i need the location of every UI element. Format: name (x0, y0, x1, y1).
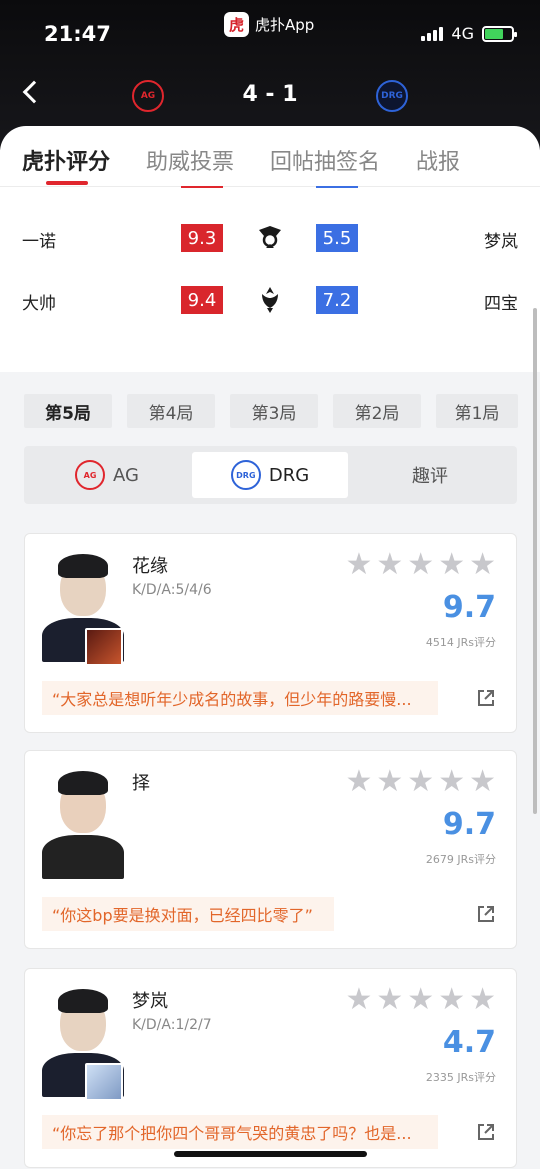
marksman-icon (259, 226, 281, 248)
app-badge[interactable]: 虎 虎扑App (224, 12, 314, 37)
player-card[interactable]: 梦岚 K/D/A:1/2/7 ★ ★ ★ ★ ★ 4.7 2335 JRs评分 “你忘了… (24, 968, 517, 1168)
hero-thumbnail (85, 1063, 123, 1101)
share-icon[interactable] (476, 904, 496, 924)
vote-count: 2335 JRs评分 (425, 1071, 496, 1084)
player-avatar (42, 767, 124, 879)
star-icon: ★ (469, 547, 496, 582)
right-player-score: 7.2 (316, 286, 358, 314)
left-player-name: 一诺 (22, 232, 56, 252)
app-name: 虎扑App (255, 16, 315, 34)
matchup-row[interactable]: 大帅 9.4 7.2 四宝 (0, 286, 540, 318)
star-icon: ★ (376, 982, 404, 1017)
hot-comment[interactable]: “大家总是想听年少成名的故事，但少年的路要慢... (42, 681, 438, 715)
star-rating-input[interactable]: ★ ★ ★ ★ ★ (345, 985, 496, 1015)
game-tab-4[interactable]: 第4局 (127, 394, 215, 428)
player-rating: 4.7 (442, 1025, 496, 1060)
tab-reply-lottery[interactable]: 回帖抽签名 (270, 144, 380, 176)
player-card[interactable]: 花缘 K/D/A:5/4/6 ★ ★ ★ ★ ★ 9.7 4514 JRs评分 “大家总… (24, 533, 517, 733)
share-icon[interactable] (476, 1122, 496, 1142)
game-tab-2[interactable]: 第2局 (333, 394, 421, 428)
star-icon: ★ (438, 982, 466, 1017)
player-rating: 9.7 (442, 807, 496, 842)
player-kda: K/D/A:5/4/6 (132, 582, 212, 598)
hero-thumbnail (85, 628, 123, 666)
star-icon: ★ (469, 764, 496, 799)
segment-fun-review-label: 趣评 (412, 466, 448, 487)
game-tab-3[interactable]: 第3局 (230, 394, 318, 428)
scrollbar[interactable] (533, 308, 537, 814)
segment-fun-review[interactable]: 趣评 (350, 452, 510, 498)
star-icon: ★ (438, 764, 466, 799)
player-rating: 9.7 (442, 590, 496, 625)
network-label: 4G (451, 24, 474, 43)
star-icon: ★ (469, 982, 496, 1017)
team-segment-control: AG AG DRG DRG 趣评 (24, 446, 517, 504)
player-kda: K/D/A:1/2/7 (132, 1017, 212, 1033)
star-icon: ★ (407, 764, 435, 799)
star-icon: ★ (345, 547, 373, 582)
status-indicators: 4G (421, 24, 517, 43)
active-tab-indicator (46, 181, 88, 185)
team-logo-drg: DRG (376, 80, 408, 112)
star-icon: ★ (438, 547, 466, 582)
star-icon: ★ (407, 982, 435, 1017)
left-player-name: 大帅 (22, 294, 56, 314)
hot-comment[interactable]: “你忘了那个把你四个哥哥气哭的黄忠了吗？也是... (42, 1115, 438, 1149)
segment-drg-label: DRG (268, 464, 310, 486)
match-score: 4 - 1 (242, 82, 298, 107)
star-icon: ★ (345, 764, 373, 799)
signal-icon (421, 26, 444, 41)
star-icon: ★ (407, 547, 435, 582)
player-name: 择 (132, 773, 150, 794)
support-icon (262, 287, 278, 313)
star-icon: ★ (376, 764, 404, 799)
star-icon: ★ (345, 982, 373, 1017)
player-name: 花缘 (132, 556, 168, 577)
battery-icon (482, 25, 517, 42)
tab-cheer-vote[interactable]: 助威投票 (146, 144, 234, 176)
drg-logo-icon: DRG (230, 460, 261, 490)
share-icon[interactable] (476, 688, 496, 708)
app-logo-icon: 虎 (224, 12, 249, 37)
games-section: 第5局 第4局 第3局 第2局 第1局 AG AG DRG DRG 趣评 花缘 … (0, 372, 540, 1169)
game-tab-5[interactable]: 第5局 (24, 394, 112, 428)
player-name: 梦岚 (132, 991, 168, 1012)
partial-row-edge (0, 186, 540, 190)
star-rating-input[interactable]: ★ ★ ★ ★ ★ (345, 767, 496, 797)
star-icon: ★ (376, 547, 404, 582)
matchup-row[interactable]: 一诺 9.3 5.5 梦岚 (0, 224, 540, 256)
rating-panel: 虎扑评分 助威投票 回帖抽签名 战报 一诺 9.3 5.5 梦岚 大帅 9.4 … (0, 126, 540, 372)
star-rating-input[interactable]: ★ ★ ★ ★ ★ (345, 550, 496, 580)
status-time: 21:47 (44, 22, 111, 46)
main-tabs: 虎扑评分 助威投票 回帖抽签名 战报 (22, 144, 496, 176)
vote-count: 2679 JRs评分 (425, 853, 496, 866)
tab-report[interactable]: 战报 (416, 144, 460, 176)
right-player-score: 5.5 (316, 224, 358, 252)
home-indicator[interactable] (174, 1151, 367, 1157)
tab-hupu-rating[interactable]: 虎扑评分 (22, 144, 110, 176)
player-card[interactable]: 择 ★ ★ ★ ★ ★ 9.7 2679 JRs评分 “你这bp要是换对面，已经四比零了… (24, 750, 517, 949)
segment-ag-label: AG (113, 464, 139, 486)
game-tab-1[interactable]: 第1局 (436, 394, 518, 428)
ag-logo-icon: AG (75, 460, 106, 490)
game-tabs: 第5局 第4局 第3局 第2局 第1局 (24, 394, 518, 428)
left-player-score: 9.3 (181, 224, 223, 252)
segment-drg[interactable]: DRG DRG (192, 452, 348, 498)
hot-comment[interactable]: “你这bp要是换对面，已经四比零了” (42, 897, 334, 931)
right-player-name: 梦岚 (484, 232, 518, 252)
vote-count: 4514 JRs评分 (425, 636, 496, 649)
segment-ag[interactable]: AG AG (24, 452, 190, 498)
right-player-name: 四宝 (484, 294, 518, 314)
left-player-score: 9.4 (181, 286, 223, 314)
